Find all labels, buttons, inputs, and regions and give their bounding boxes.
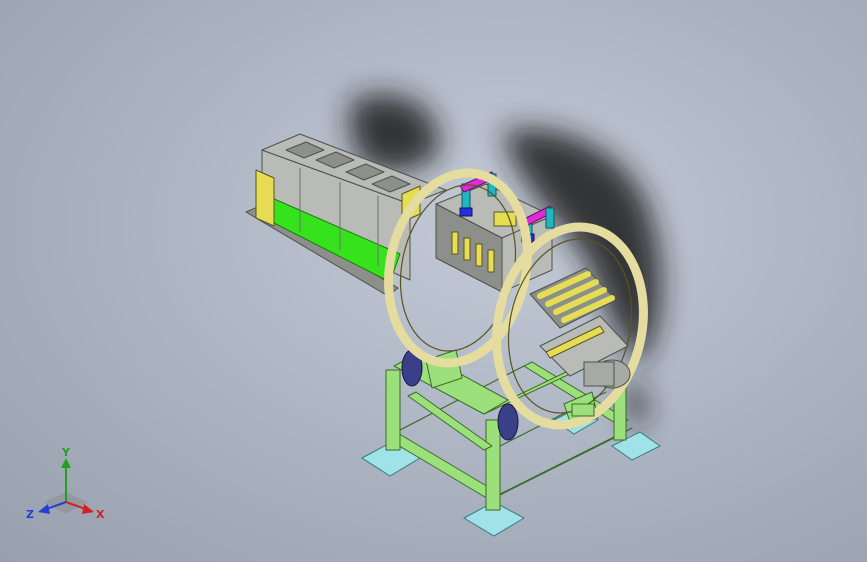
top-plate-marker [493, 211, 517, 227]
cylinder-fitting [459, 207, 473, 217]
x-axis-label: X [96, 508, 105, 521]
z-axis-arrow-icon [38, 504, 50, 514]
x-axis-arrow-icon [82, 504, 94, 514]
machine-model[interactable] [0, 0, 867, 562]
cylinder-rod [545, 207, 555, 229]
finger [451, 231, 459, 255]
yellow-end-guard [255, 169, 275, 227]
y-axis-label: Y [61, 446, 71, 459]
axis-triad: Y X Z [26, 446, 105, 521]
shadow-tail [625, 380, 647, 430]
cad-viewport[interactable]: Y X Z [0, 0, 867, 562]
frame-leg-left [385, 369, 401, 451]
motor-mount [571, 403, 595, 417]
z-axis-label: Z [26, 508, 34, 521]
finger [487, 249, 495, 273]
motor-housing [583, 361, 615, 387]
frame-leg-front [485, 419, 501, 511]
y-axis-arrow-icon [61, 458, 71, 468]
finger [463, 237, 471, 261]
finger [475, 243, 483, 267]
support-roller-right [497, 403, 519, 441]
